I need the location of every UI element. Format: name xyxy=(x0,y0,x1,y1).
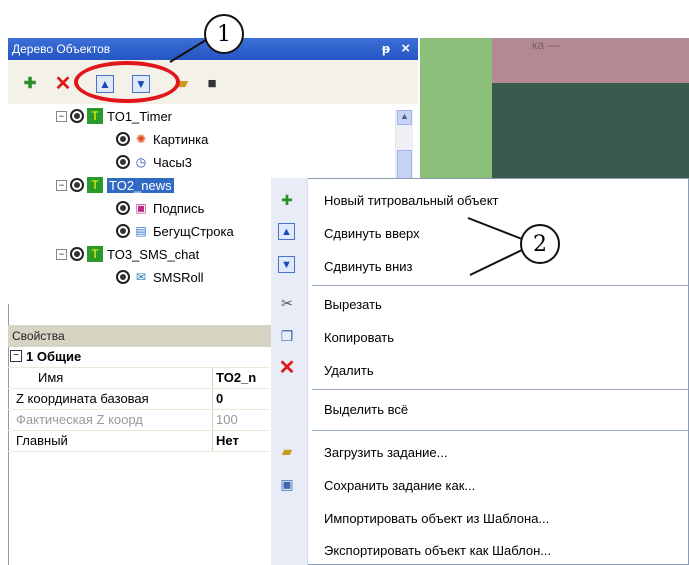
callout-2: 2 xyxy=(520,224,560,264)
callout-lines xyxy=(169,39,523,276)
callout-1: 1 xyxy=(204,14,244,54)
